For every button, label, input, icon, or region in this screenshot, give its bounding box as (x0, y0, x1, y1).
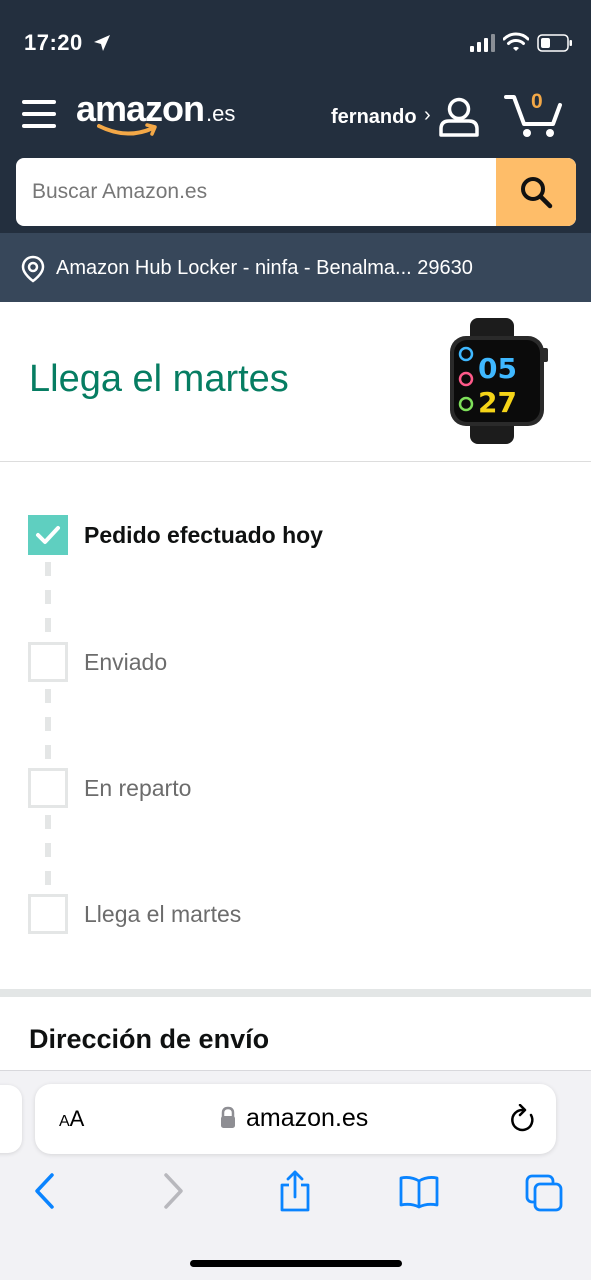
checkmark-icon (36, 526, 60, 544)
search-button[interactable] (496, 158, 576, 226)
user-icon[interactable] (438, 96, 480, 138)
step-checkbox (28, 768, 68, 808)
text-size-large-a: A (69, 1106, 85, 1131)
arrival-title: Llega el martes (29, 358, 289, 400)
reload-icon[interactable] (509, 1104, 537, 1134)
logo-domain: .es (206, 101, 236, 126)
progress-connector (45, 717, 51, 731)
status-bar: 17:20 (0, 0, 591, 88)
wifi-icon (503, 32, 529, 51)
search-input[interactable] (16, 158, 496, 226)
progress-connector (45, 618, 51, 632)
progress-connector (45, 843, 51, 857)
progress-connector (45, 689, 51, 703)
menu-line-icon (22, 124, 56, 128)
previous-tab-peek[interactable] (0, 1085, 22, 1153)
text-size-small-a: A (59, 1113, 70, 1130)
lock-icon (221, 1106, 235, 1128)
home-indicator[interactable] (190, 1260, 402, 1267)
bookmarks-icon[interactable] (398, 1175, 440, 1209)
url-text: amazon.es (246, 1104, 369, 1132)
watch-hour-text: 05 (478, 352, 517, 385)
delivery-location-text: Amazon Hub Locker - ninfa - Benalma... 2… (56, 257, 473, 279)
tabs-icon[interactable] (524, 1173, 564, 1213)
step-arrives: Llega el martes (28, 894, 568, 934)
step-checkbox (28, 642, 68, 682)
menu-line-icon (22, 112, 56, 116)
progress-connector (45, 745, 51, 759)
step-checkbox (28, 894, 68, 934)
share-icon[interactable] (278, 1169, 312, 1213)
cellular-signal-icon (470, 34, 495, 52)
search-bar (16, 158, 576, 226)
forward-icon[interactable] (160, 1171, 186, 1211)
search-icon (521, 177, 553, 209)
step-label: Llega el martes (84, 901, 242, 927)
delivery-location-bar[interactable]: Amazon Hub Locker - ninfa - Benalma... 2… (0, 233, 591, 302)
amazon-smile-icon (97, 123, 157, 136)
menu-button[interactable] (22, 98, 56, 130)
back-icon[interactable] (32, 1171, 58, 1211)
cart-count-badge: 0 (531, 90, 543, 113)
menu-line-icon (22, 100, 56, 104)
browser-toolbar: AA amazon.es (0, 1070, 591, 1280)
text-size-button[interactable]: AA (59, 1106, 84, 1132)
step-label: En reparto (84, 775, 192, 801)
location-arrow-icon (94, 35, 110, 51)
step-shipped: Enviado (28, 642, 568, 682)
step-checkbox (28, 515, 68, 555)
status-time: 17:20 (24, 30, 83, 55)
address-bar[interactable]: AA amazon.es (35, 1084, 556, 1154)
progress-connector (45, 562, 51, 576)
step-label: Pedido efectuado hoy (84, 522, 323, 548)
arrival-section: Llega el martes 05 27 (0, 302, 591, 462)
progress-connector (45, 815, 51, 829)
account-chevron: › (424, 104, 431, 126)
shipping-address-heading: Dirección de envío (29, 1024, 270, 1054)
step-ordered: Pedido efectuado hoy (28, 515, 568, 555)
step-out-for-delivery: En reparto (28, 768, 568, 808)
watch-minute-text: 27 (478, 386, 517, 419)
account-name[interactable]: fernando (331, 106, 417, 129)
delivery-progress-tracker: Pedido efectuado hoy Enviado En reparto … (0, 462, 591, 989)
step-label: Enviado (84, 649, 168, 675)
app-header: 17:20 amazon.es fernando › 0 Buscar Amaz… (0, 0, 591, 233)
product-thumbnail[interactable]: 05 27 (442, 318, 550, 444)
location-pin-icon (21, 255, 45, 283)
progress-connector (45, 871, 51, 885)
progress-connector (45, 590, 51, 604)
section-divider (0, 989, 591, 997)
battery-icon (537, 34, 572, 52)
